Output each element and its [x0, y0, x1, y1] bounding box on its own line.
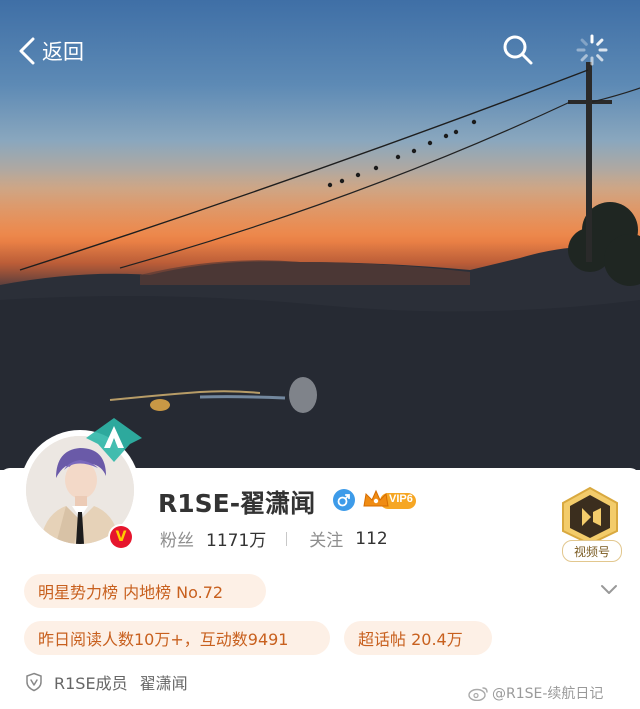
avatar-frame-icon — [86, 418, 142, 462]
following-label[interactable]: 关注 — [309, 526, 343, 551]
search-icon[interactable] — [502, 34, 534, 66]
cover-scenery — [0, 62, 640, 470]
back-button[interactable]: 返回 — [18, 36, 84, 66]
male-gender-icon — [333, 489, 355, 511]
topic-posts-tag[interactable]: 超话帖 20.4万 — [344, 621, 492, 655]
video-account-icon — [562, 486, 618, 546]
star-rank-tag[interactable]: 明星势力榜 内地榜 No.72 — [24, 574, 266, 608]
loading-spinner-icon — [576, 34, 608, 66]
shield-icon — [26, 672, 42, 692]
reads-tag[interactable]: 昨日阅读人数10万+，互动数9491 — [24, 621, 330, 655]
username: R1SE-翟潇闻 — [158, 489, 316, 518]
stats-divider — [286, 531, 288, 546]
weibo-logo-icon — [468, 687, 488, 701]
video-account-label[interactable]: 视频号 — [562, 540, 622, 562]
profile-stats: 粉丝 1171万 关注 112 — [160, 526, 388, 552]
verified-icon: V — [110, 526, 132, 548]
back-label: 返回 — [42, 40, 84, 64]
member-info[interactable]: R1SE成员 翟潇闻 — [24, 670, 188, 694]
vip-badge[interactable]: VIP6 — [362, 488, 418, 512]
following-count[interactable]: 112 — [355, 529, 387, 549]
verified-badge: V — [108, 524, 134, 550]
chevron-down-icon[interactable] — [600, 583, 618, 597]
chevron-left-icon — [19, 37, 35, 65]
member-name: 翟潇闻 — [139, 674, 188, 693]
vip-level-label: VIP6 — [389, 493, 413, 505]
member-group: R1SE成员 — [54, 674, 128, 693]
cover-photo — [0, 0, 640, 470]
watermark: @R1SE-续航日记 — [468, 683, 603, 703]
watermark-text: @R1SE-续航日记 — [492, 686, 604, 702]
fans-label[interactable]: 粉丝 — [160, 526, 194, 551]
fans-count[interactable]: 1171万 — [206, 526, 266, 551]
